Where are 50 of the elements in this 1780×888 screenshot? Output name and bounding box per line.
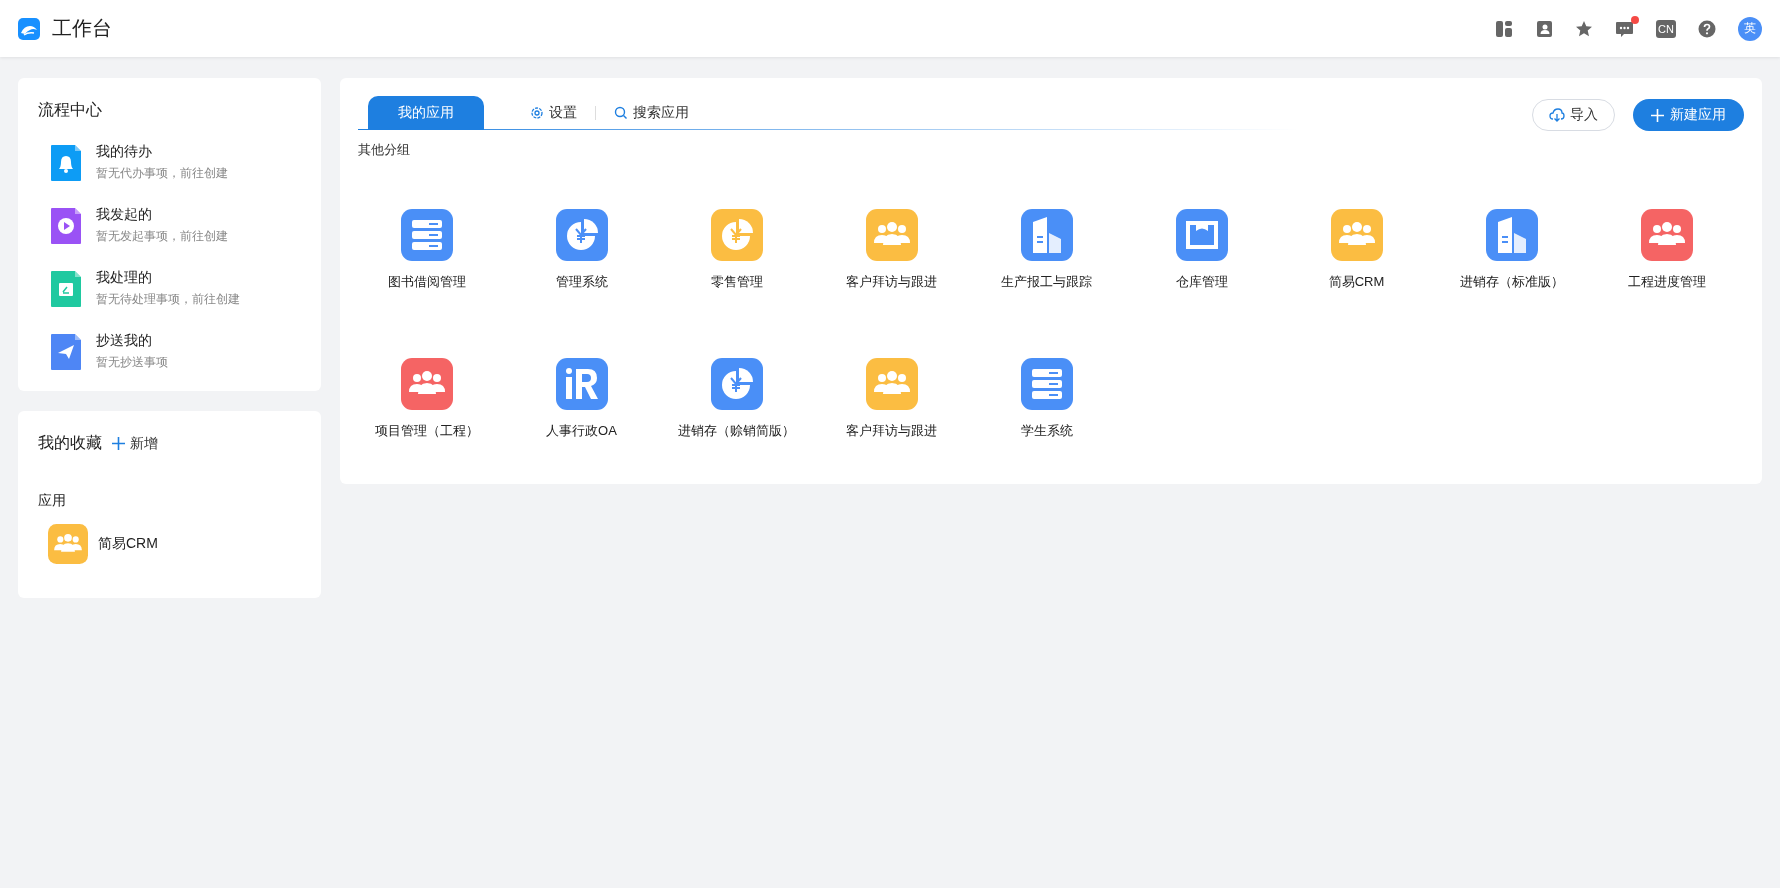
process-item[interactable]: 我发起的 暂无发起事项，前往创建 xyxy=(38,206,301,245)
app-item[interactable]: 仓库管理 xyxy=(1124,209,1279,291)
group-title: 其他分组 xyxy=(358,141,411,159)
card-title: 流程中心 xyxy=(38,100,103,120)
app-item[interactable]: 零售管理 xyxy=(659,209,814,291)
item-subtitle: 暂无代办事项，前往创建 xyxy=(96,165,228,182)
app-item[interactable]: 客户拜访与跟进 xyxy=(814,358,969,440)
app-item[interactable]: 客户拜访与跟进 xyxy=(814,209,969,291)
item-subtitle: 暂无待处理事项，前往创建 xyxy=(96,291,240,308)
star-icon[interactable] xyxy=(1575,19,1594,38)
process-item[interactable]: 我的待办 暂无代办事项，前往创建 xyxy=(38,143,301,182)
app-item[interactable]: 图书借阅管理 xyxy=(349,209,504,291)
settings-link[interactable]: 设置 xyxy=(530,104,577,122)
app-item[interactable]: 管理系统 xyxy=(504,209,659,291)
chat-icon[interactable] xyxy=(1615,19,1635,38)
settings-icon xyxy=(530,106,544,120)
item-title: 我发起的 xyxy=(96,206,153,224)
process-item[interactable]: 我处理的 暂无待处理事项，前往创建 xyxy=(38,269,301,308)
plus-icon xyxy=(112,437,125,450)
app-item[interactable]: 进销存（标准版） xyxy=(1434,209,1589,291)
item-title: 抄送我的 xyxy=(96,332,153,350)
group-label: 应用 xyxy=(38,492,67,510)
app-item[interactable]: 进销存（赊销简版） xyxy=(659,358,814,440)
favorite-app[interactable]: 简易CRM xyxy=(48,524,301,564)
item-title: 我的待办 xyxy=(96,143,153,161)
app-item[interactable]: 人事行政OA xyxy=(504,358,659,440)
cloud-download-icon xyxy=(1549,108,1565,122)
language-button[interactable]: CN xyxy=(1656,19,1676,38)
item-subtitle: 暂无发起事项，前往创建 xyxy=(96,228,228,245)
add-favorite-button[interactable]: 新增 xyxy=(112,434,158,453)
app-item[interactable]: 生产报工与跟踪 xyxy=(969,209,1124,291)
item-subtitle: 暂无抄送事项 xyxy=(96,354,168,371)
search-icon xyxy=(614,106,628,120)
plus-icon xyxy=(1651,108,1664,122)
search-link[interactable]: 搜索应用 xyxy=(614,104,689,122)
card-title: 我的收藏 xyxy=(38,433,102,453)
app-item[interactable]: 学生系统 xyxy=(969,358,1124,440)
app-item[interactable]: 简易CRM xyxy=(1279,209,1434,291)
app-item[interactable]: 工程进度管理 xyxy=(1589,209,1744,291)
process-item[interactable]: 抄送我的 暂无抄送事项 xyxy=(38,332,301,371)
tab[interactable]: 我的应用 xyxy=(368,96,484,130)
cloud-logo-icon xyxy=(18,17,40,40)
app-item[interactable]: 项目管理（工程） xyxy=(349,358,504,440)
help-icon[interactable] xyxy=(1698,19,1716,38)
layout-icon[interactable] xyxy=(1495,19,1514,38)
import-button[interactable]: 导入 xyxy=(1532,99,1615,131)
item-title: 我处理的 xyxy=(96,269,153,287)
contacts-icon[interactable] xyxy=(1535,19,1554,38)
page-title: 工作台 xyxy=(52,16,112,41)
new-app-button[interactable]: 新建应用 xyxy=(1633,99,1744,131)
